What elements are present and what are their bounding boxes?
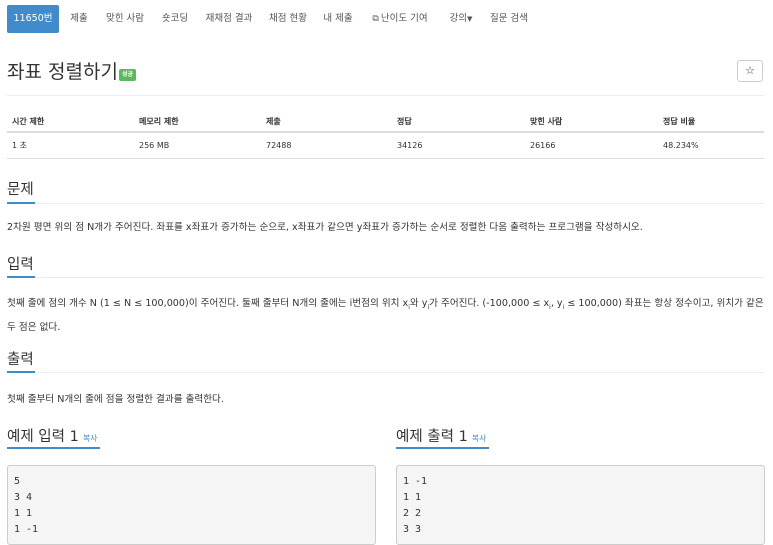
example-input-heading: 예제 입력 1 복사	[7, 425, 98, 446]
example-output-heading: 예제 출력 1 복사	[396, 425, 487, 446]
example-output-title: 예제 출력 1	[396, 429, 468, 445]
header-accepted: 정답	[392, 111, 525, 133]
tab-label: 제출	[70, 13, 88, 24]
table-row: 1 초 256 MB 72488 34126 26166 48.234%	[7, 132, 764, 159]
input-text-3: 가 주어진다. (-100,000 ≤ x	[429, 298, 550, 309]
table-header-row: 시간 제한 메모리 제한 제출 정답 맞힌 사람 정답 비율	[7, 111, 764, 133]
section-underline	[396, 447, 489, 449]
input-heading: 입력	[7, 257, 34, 273]
example-input-title: 예제 입력 1	[7, 429, 79, 445]
header-accept-ratio: 정답 비율	[658, 111, 764, 133]
tab-solved-users[interactable]: 맞힌 사람	[101, 5, 149, 33]
problem-heading: 문제	[7, 182, 34, 198]
tab-label: 난이도 기여	[380, 13, 428, 24]
star-button[interactable]: ☆	[737, 60, 763, 82]
tab-my-submissions[interactable]: 내 제출	[320, 5, 356, 33]
section-underline	[7, 202, 35, 204]
input-text-2: 와 y	[409, 298, 428, 309]
section-underline	[7, 447, 100, 449]
section-divider	[7, 372, 764, 373]
value-solved-users: 26166	[525, 132, 658, 159]
tab-label: 채점 현황	[269, 13, 307, 24]
section-divider	[7, 203, 764, 204]
section-underline	[7, 371, 35, 373]
tab-label: 강의	[449, 13, 468, 24]
tab-lectures[interactable]: 강의▼	[444, 5, 478, 33]
section-underline	[7, 276, 35, 278]
tab-short-coding[interactable]: 숏코딩	[157, 5, 193, 33]
tab-label: 내 제출	[323, 13, 353, 24]
tab-label: 숏코딩	[161, 13, 189, 24]
copy-output-button[interactable]: 복사	[472, 434, 487, 443]
problem-title-row: 좌표 정렬하기 성공	[7, 57, 137, 87]
tab-question-search[interactable]: 질문 검색	[487, 5, 531, 33]
problem-tabs: 11650번 제출 맞힌 사람 숏코딩 재채점 결과 채점 현황 내 제출 ⧉ 난…	[0, 0, 773, 40]
tab-rejudge-results[interactable]: 재채점 결과	[201, 5, 257, 33]
output-heading: 출력	[7, 352, 34, 368]
section-divider	[7, 277, 764, 278]
value-accepted: 34126	[392, 132, 525, 159]
example-output-box[interactable]: 1 -1 1 1 2 2 3 3	[396, 465, 765, 545]
value-accept-ratio: 48.234%	[658, 132, 764, 159]
output-description: 첫째 줄부터 N개의 줄에 점을 정렬한 결과를 출력한다.	[7, 394, 224, 405]
page-title: 좌표 정렬하기	[7, 61, 118, 83]
external-link-icon: ⧉	[372, 14, 379, 24]
input-text-1: 첫째 줄에 점의 개수 N (1 ≤ N ≤ 100,000)이 주어진다. 둘…	[7, 298, 409, 309]
example-input-box[interactable]: 5 3 4 1 1 1 -1	[7, 465, 376, 545]
input-description: 첫째 줄에 점의 개수 N (1 ≤ N ≤ 100,000)이 주어진다. 둘…	[7, 294, 767, 338]
value-submissions: 72488	[261, 132, 392, 159]
tab-label: 질문 검색	[490, 13, 528, 24]
value-time-limit: 1 초	[7, 132, 134, 159]
title-divider	[7, 95, 764, 96]
copy-input-button[interactable]: 복사	[83, 434, 98, 443]
problem-info-table: 시간 제한 메모리 제한 제출 정답 맞힌 사람 정답 비율 1 초 256 M…	[7, 111, 764, 159]
tab-problem-number[interactable]: 11650번	[7, 5, 59, 33]
tab-label: 11650번	[13, 13, 53, 24]
tab-label: 재채점 결과	[205, 13, 253, 24]
tab-difficulty-contribution[interactable]: ⧉ 난이도 기여	[367, 5, 433, 33]
header-memory-limit: 메모리 제한	[134, 111, 261, 133]
status-badge: 성공	[119, 69, 137, 81]
header-time-limit: 시간 제한	[7, 111, 134, 133]
tab-submit[interactable]: 제출	[63, 5, 95, 33]
header-submissions: 제출	[261, 111, 392, 133]
header-solved-users: 맞힌 사람	[525, 111, 658, 133]
star-icon: ☆	[745, 64, 755, 77]
input-text-4: , y	[550, 298, 563, 309]
tab-label: 맞힌 사람	[106, 13, 144, 24]
caret-down-icon: ▼	[467, 15, 473, 23]
value-memory-limit: 256 MB	[134, 132, 261, 159]
problem-description: 2차원 평면 위의 점 N개가 주어진다. 좌표를 x좌표가 증가하는 순으로,…	[7, 222, 643, 233]
tab-judge-status[interactable]: 채점 현황	[265, 5, 311, 33]
